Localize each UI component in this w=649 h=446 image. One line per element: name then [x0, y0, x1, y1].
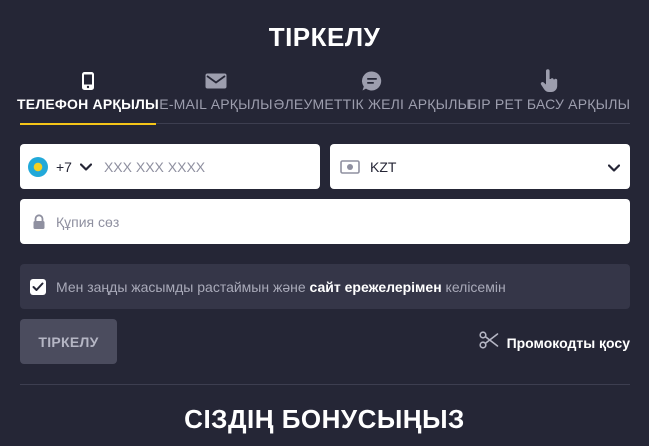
chat-icon [361, 68, 383, 94]
agreement-row: Мен заңды жасымды растаймын және сайт ер… [20, 264, 630, 309]
registration-tabs: ТЕЛЕФОН АРҚЫЛЫ E-MAIL АРҚЫЛЫ ӘЛЕУМЕТТІК … [17, 66, 631, 125]
mail-icon [205, 68, 227, 94]
tab-label: ӘЛЕУМЕТТІК ЖЕЛІ АРҚЫЛЫ [273, 96, 471, 112]
chevron-down-icon [607, 159, 621, 177]
bonus-title: СІЗДІҢ БОНУСЫҢЫЗ [184, 404, 465, 434]
tab-phone[interactable]: ТЕЛЕФОН АРҚЫЛЫ [17, 66, 159, 125]
tab-email[interactable]: E-MAIL АРҚЫЛЫ [159, 66, 273, 124]
promo-label: Промокодты қосу [506, 334, 630, 351]
add-promo-code-button[interactable]: Промокодты қосу [478, 331, 630, 354]
phone-input[interactable] [103, 158, 284, 175]
kz-flag-icon [28, 156, 48, 177]
lock-icon [32, 213, 46, 230]
divider [20, 384, 630, 385]
agreement-text: Мен заңды жасымды растаймын және сайт ер… [56, 279, 506, 295]
rules-link[interactable]: сайт ережелерімен [310, 279, 442, 295]
currency-value: KZT [370, 158, 397, 175]
scissors-icon [478, 331, 499, 354]
banknote-icon [340, 159, 360, 174]
register-button[interactable]: ТІРКЕЛУ [20, 319, 117, 364]
password-field [20, 199, 630, 244]
agreement-text-after: келісемін [441, 278, 506, 295]
agreement-text-before: Мен заңды жасымды растаймын және [56, 278, 310, 295]
page-title: ТІРКЕЛУ [268, 22, 381, 52]
chevron-down-icon[interactable] [79, 162, 92, 171]
agreement-checkbox[interactable] [30, 278, 46, 295]
check-icon [32, 282, 44, 291]
phone-field: +7 [20, 144, 320, 189]
tab-label: БІР РЕТ БАСУ АРҚЫЛЫ [467, 96, 631, 112]
tab-social[interactable]: ӘЛЕУМЕТТІК ЖЕЛІ АРҚЫЛЫ [273, 66, 471, 124]
currency-select[interactable]: KZT [330, 144, 630, 189]
tab-label: E-MAIL АРҚЫЛЫ [159, 96, 273, 112]
tab-label: ТЕЛЕФОН АРҚЫЛЫ [17, 96, 159, 112]
tab-one-click[interactable]: БІР РЕТ БАСУ АРҚЫЛЫ [467, 66, 631, 124]
country-code[interactable]: +7 [56, 159, 72, 175]
phone-icon [81, 68, 95, 94]
password-input[interactable] [56, 213, 596, 230]
tap-icon [540, 68, 558, 94]
